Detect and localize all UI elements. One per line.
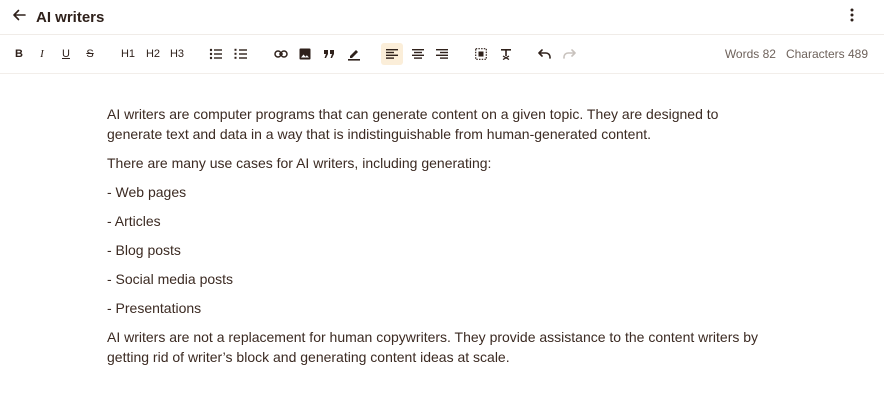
paragraph[interactable]: AI writers are computer programs that ca… bbox=[107, 104, 767, 144]
align-center-button[interactable] bbox=[409, 43, 427, 65]
undo-icon bbox=[538, 49, 552, 59]
undo-button[interactable] bbox=[536, 43, 554, 65]
align-left-button[interactable] bbox=[381, 43, 403, 65]
formatting-toolbar: B I U S H1 H2 H3 Words 82 Characters 489 bbox=[0, 35, 884, 74]
word-count: Words 82 bbox=[724, 47, 776, 61]
redo-button[interactable] bbox=[560, 43, 578, 65]
paragraph[interactable]: AI writers are not a replacement for hum… bbox=[107, 327, 767, 367]
numbered-list-button[interactable] bbox=[232, 43, 250, 65]
numbered-list-icon bbox=[234, 48, 248, 60]
bullet-list-button[interactable] bbox=[207, 43, 225, 65]
document-stats: Words 82 Characters 489 bbox=[725, 47, 868, 61]
list-item[interactable]: - Web pages bbox=[107, 182, 767, 202]
quote-icon bbox=[323, 49, 335, 59]
strikethrough-button[interactable]: S bbox=[81, 43, 99, 65]
select-all-button[interactable] bbox=[472, 43, 490, 65]
align-left-icon bbox=[386, 49, 398, 59]
back-button[interactable] bbox=[10, 8, 28, 26]
clear-formatting-button[interactable] bbox=[497, 43, 515, 65]
redo-icon bbox=[562, 49, 576, 59]
heading2-button[interactable]: H2 bbox=[144, 43, 162, 65]
list-item[interactable]: - Articles bbox=[107, 211, 767, 231]
link-icon bbox=[274, 49, 288, 59]
editor-content[interactable]: AI writers are computer programs that ca… bbox=[107, 104, 767, 376]
quote-button[interactable] bbox=[320, 43, 338, 65]
image-icon bbox=[299, 48, 311, 60]
document-title: AI writers bbox=[36, 8, 105, 26]
more-vertical-icon bbox=[850, 8, 854, 27]
pen-icon bbox=[347, 47, 361, 61]
bold-button[interactable]: B bbox=[10, 43, 28, 65]
arrow-left-icon bbox=[11, 7, 27, 28]
highlight-button[interactable] bbox=[345, 43, 363, 65]
heading1-button[interactable]: H1 bbox=[119, 43, 137, 65]
italic-button[interactable]: I bbox=[33, 43, 51, 65]
list-item[interactable]: - Presentations bbox=[107, 298, 767, 318]
underline-button[interactable]: U bbox=[57, 43, 75, 65]
image-button[interactable] bbox=[296, 43, 314, 65]
list-item[interactable]: - Social media posts bbox=[107, 269, 767, 289]
select-all-icon bbox=[475, 48, 487, 60]
link-button[interactable] bbox=[272, 43, 290, 65]
align-right-button[interactable] bbox=[433, 43, 451, 65]
list-item[interactable]: - Blog posts bbox=[107, 240, 767, 260]
bullet-list-icon bbox=[209, 48, 223, 60]
paragraph[interactable]: There are many use cases for AI writers,… bbox=[107, 153, 767, 173]
more-options-button[interactable] bbox=[844, 7, 860, 27]
character-count: Characters 489 bbox=[785, 47, 868, 61]
align-center-icon bbox=[412, 49, 424, 59]
heading3-button[interactable]: H3 bbox=[168, 43, 186, 65]
align-right-icon bbox=[436, 49, 448, 59]
header-bar: AI writers bbox=[0, 0, 884, 35]
clear-formatting-icon bbox=[500, 48, 512, 60]
